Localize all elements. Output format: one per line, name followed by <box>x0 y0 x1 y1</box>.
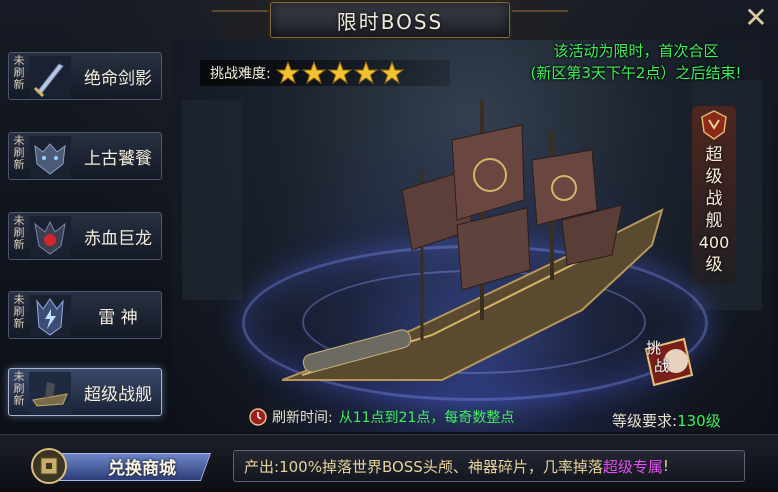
boss-item-red-dragon[interactable]: 未刷新 赤血巨龙 <box>8 212 162 260</box>
refresh-status-flag: 未刷新 <box>13 370 25 407</box>
boss-item-super-battleship[interactable]: 未刷新 超级战舰 <box>8 368 162 416</box>
thunder-god-icon <box>29 295 71 337</box>
boss-name: 绝命剑影 <box>84 68 152 89</box>
exchange-shop-button[interactable]: 兑换商城 <box>30 447 212 485</box>
star-icon <box>301 61 327 85</box>
boss-name: 超级战舰 <box>84 384 152 405</box>
boss-item-thunder-god[interactable]: 未刷新 雷 神 <box>8 291 162 339</box>
level-requirement-value: 130级 <box>677 412 721 430</box>
battleship-boss-model <box>281 100 664 381</box>
boss-level-badge: 超 级 战 舰 400 级 <box>692 106 736 284</box>
output-suffix: ! <box>662 457 669 475</box>
star-icon <box>379 61 405 85</box>
badge-char: 舰 <box>705 211 723 231</box>
close-button[interactable]: ✕ <box>742 4 770 32</box>
difficulty-bar: 挑战难度: <box>200 60 450 86</box>
window-title-plate: 限时BOSS <box>270 2 510 38</box>
clock-icon <box>249 408 267 426</box>
difficulty-label: 挑战难度: <box>210 66 271 82</box>
refresh-status-flag: 未刷新 <box>13 54 25 91</box>
boss-item-sword-shadow[interactable]: 未刷新 绝命剑影 <box>8 52 162 100</box>
badge-char: 级 <box>705 167 723 187</box>
refresh-label: 刷新时间: <box>272 410 333 426</box>
output-text: 100%掉落世界BOSS头颅、神器碎片，几率掉落 <box>279 457 603 476</box>
refresh-status-flag: 未刷新 <box>13 134 25 171</box>
notice-line-2: (新区第3天下午2点）之后结束! <box>530 64 742 82</box>
boss-name: 雷 神 <box>98 307 138 328</box>
refresh-time: 刷新时间: 从11点到21点，每奇数整点 <box>248 406 514 428</box>
challenge-label-2: 战 <box>654 357 670 375</box>
boss-level: 400 <box>698 233 730 252</box>
boss-window: 限时BOSS ✕ 未刷新 绝命剑影 未刷新 上古饕餮 未刷新 赤血巨龙 未刷新 … <box>0 0 778 492</box>
boss-item-ancient-taotie[interactable]: 未刷新 上古饕餮 <box>8 132 162 180</box>
challenge-button[interactable]: 挑 战 <box>640 335 696 387</box>
close-icon: ✕ <box>744 1 768 34</box>
boss-badge-text: 超 级 战 舰 400 级 <box>692 144 736 276</box>
output-highlight: 超级专属 <box>602 457 663 476</box>
notice-line-1: 该活动为限时，首次合区 <box>553 42 719 60</box>
red-dragon-icon <box>29 216 71 258</box>
sword-icon <box>29 56 71 98</box>
shop-emblem-icon <box>31 448 67 484</box>
level-requirement: 等级要求:130级 <box>612 410 721 431</box>
window-title: 限时BOSS <box>336 9 444 34</box>
star-icon <box>275 61 301 85</box>
star-icon <box>327 61 353 85</box>
badge-char: 超 <box>705 145 723 165</box>
output-prefix: 产出: <box>244 457 280 476</box>
badge-char: 战 <box>705 189 723 209</box>
refresh-status-flag: 未刷新 <box>13 214 25 251</box>
title-ornament-left <box>212 10 272 30</box>
shop-button-label: 兑换商城 <box>108 458 176 479</box>
challenge-label-1: 挑 <box>646 339 662 357</box>
boss-name: 上古饕餮 <box>84 148 152 169</box>
background-pillar <box>182 100 242 300</box>
beast-head-icon <box>29 136 71 178</box>
reward-output: 产出: 100%掉落世界BOSS头颅、神器碎片，几率掉落 超级专属 ! <box>233 450 745 482</box>
battleship-icon <box>29 372 71 414</box>
event-notice: 该活动为限时，首次合区 (新区第3天下午2点）之后结束! <box>500 40 772 84</box>
refresh-status-flag: 未刷新 <box>13 293 25 330</box>
emblem-icon <box>701 110 727 140</box>
star-icon <box>353 61 379 85</box>
level-requirement-label: 等级要求: <box>612 412 678 430</box>
title-ornament-right <box>508 10 568 30</box>
boss-name: 赤血巨龙 <box>84 228 152 249</box>
boss-level-suffix: 级 <box>705 255 723 275</box>
challenge-label: 挑 战 <box>646 339 669 375</box>
refresh-value: 从11点到21点，每奇数整点 <box>338 410 515 426</box>
